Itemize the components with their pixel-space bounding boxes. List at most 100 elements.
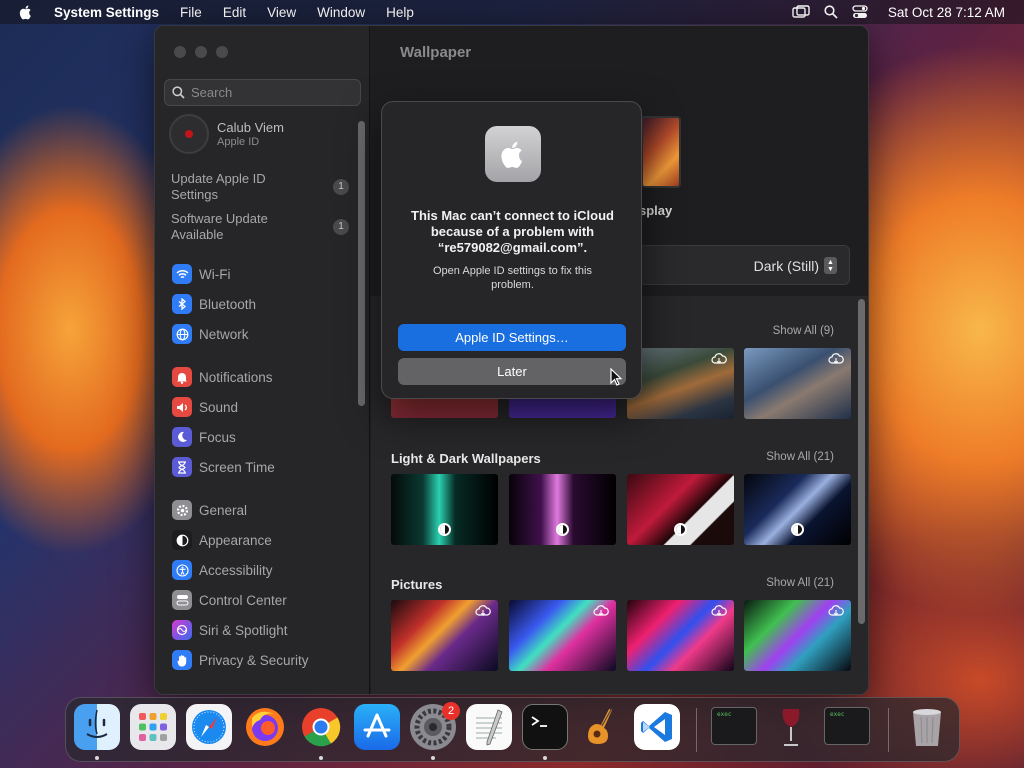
- zoom-window-button[interactable]: [216, 46, 228, 58]
- wallpaper-thumb-light-dark-1[interactable]: [391, 474, 498, 545]
- sidebar-item-siri-spotlight[interactable]: Siri & Spotlight: [172, 619, 288, 641]
- menu-edit[interactable]: Edit: [223, 5, 246, 20]
- apple-menu-icon[interactable]: [18, 4, 34, 20]
- download-cloud-icon[interactable]: [593, 604, 609, 618]
- accessibility-icon: [172, 560, 192, 580]
- update-apple-id-notice[interactable]: Update Apple ID Settings 1: [171, 171, 356, 203]
- appearance-select[interactable]: Dark (Still) ▲ ▼: [754, 257, 837, 274]
- running-indicator: [319, 756, 323, 760]
- launchpad-icon[interactable]: [130, 704, 176, 750]
- close-window-button[interactable]: [174, 46, 186, 58]
- dock: 2 exec exec: [65, 697, 960, 762]
- gear-icon: [172, 500, 192, 520]
- sidebar-item-wifi[interactable]: Wi-Fi: [172, 263, 230, 285]
- search-input[interactable]: [191, 85, 351, 100]
- sidebar-item-network[interactable]: Network: [172, 323, 249, 345]
- apple-id-account[interactable]: Calub Viem Apple ID: [169, 114, 284, 154]
- terminal-icon[interactable]: [522, 704, 568, 750]
- download-cloud-icon[interactable]: [828, 604, 844, 618]
- exec-window-icon[interactable]: exec: [711, 707, 757, 745]
- download-cloud-icon[interactable]: [711, 352, 727, 366]
- sidebar-item-screen-time[interactable]: Screen Time: [172, 456, 275, 478]
- show-all-dynamic[interactable]: Show All (9): [773, 325, 834, 337]
- finder-icon[interactable]: [74, 704, 120, 750]
- wallpaper-thumb-picture-1[interactable]: [391, 600, 498, 671]
- page-title: Wallpaper: [400, 44, 472, 61]
- chevron-updown-icon: ▲ ▼: [824, 257, 837, 274]
- sidebar-item-label: Focus: [199, 429, 236, 445]
- sidebar-item-appearance[interactable]: Appearance: [172, 529, 272, 551]
- account-subtitle: Apple ID: [217, 136, 260, 148]
- menu-app-name[interactable]: System Settings: [54, 5, 159, 20]
- sidebar-search[interactable]: [164, 79, 361, 106]
- firefox-icon[interactable]: [242, 704, 288, 750]
- chrome-icon[interactable]: [298, 704, 344, 750]
- notice-label: Update Apple ID Settings: [171, 171, 266, 202]
- sidebar-item-label: Screen Time: [199, 459, 275, 475]
- notice-badge: 1: [333, 219, 349, 235]
- notification-badge: 2: [442, 702, 460, 720]
- sidebar-item-accessibility[interactable]: Accessibility: [172, 559, 273, 581]
- wine-icon[interactable]: [768, 704, 814, 750]
- sidebar-scrollbar[interactable]: [358, 121, 365, 406]
- exec-window-icon-2[interactable]: exec: [824, 707, 870, 745]
- download-cloud-icon[interactable]: [828, 352, 844, 366]
- appearance-value: Dark (Still): [753, 257, 819, 274]
- wallpaper-thumb-catalina-1[interactable]: [627, 348, 734, 419]
- textedit-icon[interactable]: [466, 704, 512, 750]
- sidebar-item-label: Notifications: [199, 369, 273, 385]
- sidebar-item-label: General: [199, 502, 248, 518]
- spotlight-search-icon[interactable]: [824, 5, 838, 19]
- sidebar-item-label: Sound: [199, 399, 239, 415]
- exec-label: exec: [717, 711, 732, 718]
- trash-icon[interactable]: [904, 704, 950, 750]
- wallpaper-thumb-picture-4[interactable]: [744, 600, 851, 671]
- menu-help[interactable]: Help: [386, 5, 414, 20]
- account-name: Calub Viem: [217, 120, 284, 135]
- menu-bar-clock[interactable]: Sat Oct 28 7:12 AM: [888, 5, 1005, 20]
- screen-mirroring-icon[interactable]: [792, 5, 810, 19]
- sidebar-item-label: Network: [199, 326, 249, 342]
- menu-window[interactable]: Window: [317, 5, 365, 20]
- wallpaper-thumb-catalina-2[interactable]: [744, 348, 851, 419]
- show-all-pictures[interactable]: Show All (21): [766, 577, 834, 589]
- wifi-icon: [172, 264, 192, 284]
- mouse-cursor-icon: [610, 368, 622, 386]
- sidebar-item-label: Appearance: [199, 532, 272, 548]
- show-all-light-dark[interactable]: Show All (21): [766, 451, 834, 463]
- sidebar-item-control-center[interactable]: Control Center: [172, 589, 287, 611]
- wallpaper-thumb-picture-3[interactable]: [627, 600, 734, 671]
- vscode-icon[interactable]: [634, 704, 680, 750]
- software-update-notice[interactable]: Software Update Available 1: [171, 211, 356, 243]
- download-cloud-icon[interactable]: [711, 604, 727, 618]
- dock-separator: [696, 708, 697, 752]
- avatar: [169, 114, 209, 154]
- apple-id-settings-button[interactable]: Apple ID Settings…: [398, 324, 626, 351]
- siri-icon: [172, 620, 192, 640]
- sidebar-item-general[interactable]: General: [172, 499, 247, 521]
- download-cloud-icon[interactable]: [475, 604, 491, 618]
- sidebar-item-notifications[interactable]: Notifications: [172, 366, 273, 388]
- sidebar-item-bluetooth[interactable]: Bluetooth: [172, 293, 256, 315]
- wallpaper-thumb-light-dark-4[interactable]: [744, 474, 851, 545]
- wallpaper-thumb-picture-2[interactable]: [509, 600, 616, 671]
- running-indicator: [543, 756, 547, 760]
- appearance-row: Dark (Still) ▲ ▼: [639, 245, 850, 285]
- wallpaper-thumb-light-dark-3[interactable]: [627, 474, 734, 545]
- garageband-icon[interactable]: [578, 704, 624, 750]
- app-store-icon[interactable]: [354, 704, 400, 750]
- sidebar-item-sound[interactable]: Sound: [172, 396, 238, 418]
- control-center-menu-icon[interactable]: [852, 5, 868, 19]
- dialog-message: Open Apple ID settings to fix this probl…: [433, 265, 592, 291]
- light-dark-mode-icon: [674, 523, 687, 536]
- gallery-scrollbar[interactable]: [858, 299, 865, 624]
- wallpaper-thumb-light-dark-2[interactable]: [509, 474, 616, 545]
- sidebar-item-focus[interactable]: Focus: [172, 426, 236, 448]
- sidebar-item-privacy-security[interactable]: Privacy & Security: [172, 649, 309, 671]
- bell-icon: [172, 367, 192, 387]
- minimize-window-button[interactable]: [195, 46, 207, 58]
- menu-file[interactable]: File: [180, 5, 202, 20]
- menu-view[interactable]: View: [267, 5, 296, 20]
- safari-icon[interactable]: [186, 704, 232, 750]
- later-button[interactable]: Later: [398, 358, 626, 385]
